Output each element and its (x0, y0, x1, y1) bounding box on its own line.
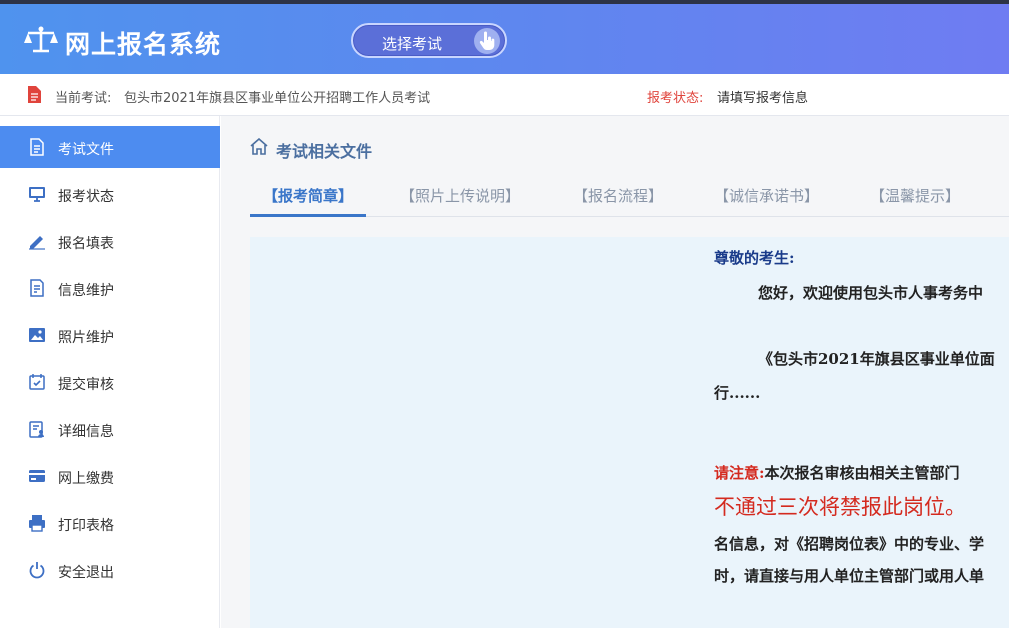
sidebar-item-label: 打印表格 (58, 518, 114, 534)
document-red-icon (28, 86, 41, 103)
document-icon (30, 138, 44, 156)
doc-tabs: 【报考简章】 【照片上传说明】 【报名流程】 【诚信承诺书】 【温馨提示】 (250, 174, 1009, 217)
card-icon (29, 470, 45, 482)
tab-exam-brochure[interactable]: 【报考简章】 (263, 185, 353, 206)
doc-line: 行...... (714, 384, 761, 402)
sidebar-item-label: 信息维护 (58, 283, 114, 299)
monitor-icon (29, 187, 45, 202)
document-viewer[interactable]: 尊敬的考生: 您好，欢迎使用包头市人事考务中 《包头市2021年旗县区事业单位面… (250, 237, 1009, 628)
sidebar-item-label: 详细信息 (58, 424, 114, 440)
sidebar-item-fill-form[interactable]: 报名填表 (0, 220, 220, 262)
pen-icon (29, 236, 45, 250)
sidebar-item-details[interactable]: 详细信息 (0, 408, 220, 450)
scales-logo-icon (24, 26, 58, 53)
home-icon (250, 138, 268, 155)
sidebar-item-submit-review[interactable]: 提交审核 (0, 361, 220, 403)
app-title: 网上报名系统 (65, 30, 222, 59)
tab-photo-upload-guide[interactable]: 【照片上传说明】 (400, 185, 520, 206)
sidebar-item-label: 网上缴费 (58, 471, 114, 487)
doc-greeting: 尊敬的考生: (714, 249, 795, 267)
sidebar-item-label: 提交审核 (58, 377, 114, 393)
power-icon (29, 562, 45, 579)
sidebar-item-label: 安全退出 (58, 565, 114, 581)
notice-label: 请注意: (714, 464, 765, 482)
sidebar-item-print[interactable]: 打印表格 (0, 502, 220, 544)
doc-warning: 不通过三次将禁报此岗位。 (714, 495, 966, 519)
doc-edit-icon (30, 279, 44, 297)
sidebar: 考试文件 报考状态 报名填表 信息维护 照片维护 提交审核 详细信息 网上缴费 … (0, 116, 220, 628)
app-header: 网上报名系统 选择考试 (0, 4, 1009, 74)
profile-icon (29, 421, 44, 438)
current-exam-value: 包头市2021年旗县区事业单位公开招聘工作人员考试 (124, 91, 431, 106)
doc-notice-line: 请注意:本次报名审核由相关主管部门 (714, 462, 960, 483)
current-exam-label: 当前考试: (55, 91, 112, 106)
sidebar-item-info-maintain[interactable]: 信息维护 (0, 267, 220, 309)
tab-registration-process[interactable]: 【报名流程】 (573, 185, 663, 206)
sidebar-item-label: 照片维护 (58, 330, 114, 346)
main-content: 考试相关文件 【报考简章】 【照片上传说明】 【报名流程】 【诚信承诺书】 【温… (221, 116, 1009, 628)
doc-line: 名信息，对《招聘岗位表》中的专业、学 (714, 535, 985, 553)
sidebar-item-exam-docs[interactable]: 考试文件 (0, 126, 220, 168)
sidebar-item-label: 考试文件 (58, 142, 114, 158)
exam-info-bar: 当前考试: 包头市2021年旗县区事业单位公开招聘工作人员考试 报考状态: 请填… (0, 74, 1009, 116)
sidebar-item-payment[interactable]: 网上缴费 (0, 455, 220, 497)
active-tab-underline (250, 214, 366, 217)
doc-line: 时，请直接与用人单位主管部门或用人单 (714, 567, 985, 585)
image-icon (29, 328, 45, 342)
sidebar-item-label: 报名填表 (58, 236, 114, 252)
calendar-check-icon (29, 374, 45, 390)
select-exam-button[interactable]: 选择考试 (351, 23, 507, 58)
status-value: 请填写报考信息 (717, 91, 809, 106)
printer-icon (29, 515, 45, 532)
sidebar-item-status[interactable]: 报考状态 (0, 173, 220, 215)
tab-integrity-pledge[interactable]: 【诚信承诺书】 (714, 185, 819, 206)
doc-line: 《包头市2021年旗县区事业单位面 (758, 350, 995, 368)
sidebar-item-label: 报考状态 (58, 189, 114, 205)
select-exam-label: 选择考试 (382, 35, 443, 53)
sidebar-item-logout[interactable]: 安全退出 (0, 549, 220, 591)
status-label: 报考状态: (647, 91, 704, 106)
tab-tips[interactable]: 【温馨提示】 (870, 185, 960, 206)
hand-pointer-icon (474, 28, 500, 54)
doc-line: 您好，欢迎使用包头市人事考务中 (758, 284, 984, 302)
notice-text: 本次报名审核由相关主管部门 (764, 464, 960, 482)
sidebar-item-photo[interactable]: 照片维护 (0, 314, 220, 356)
section-title: 考试相关文件 (276, 142, 373, 161)
